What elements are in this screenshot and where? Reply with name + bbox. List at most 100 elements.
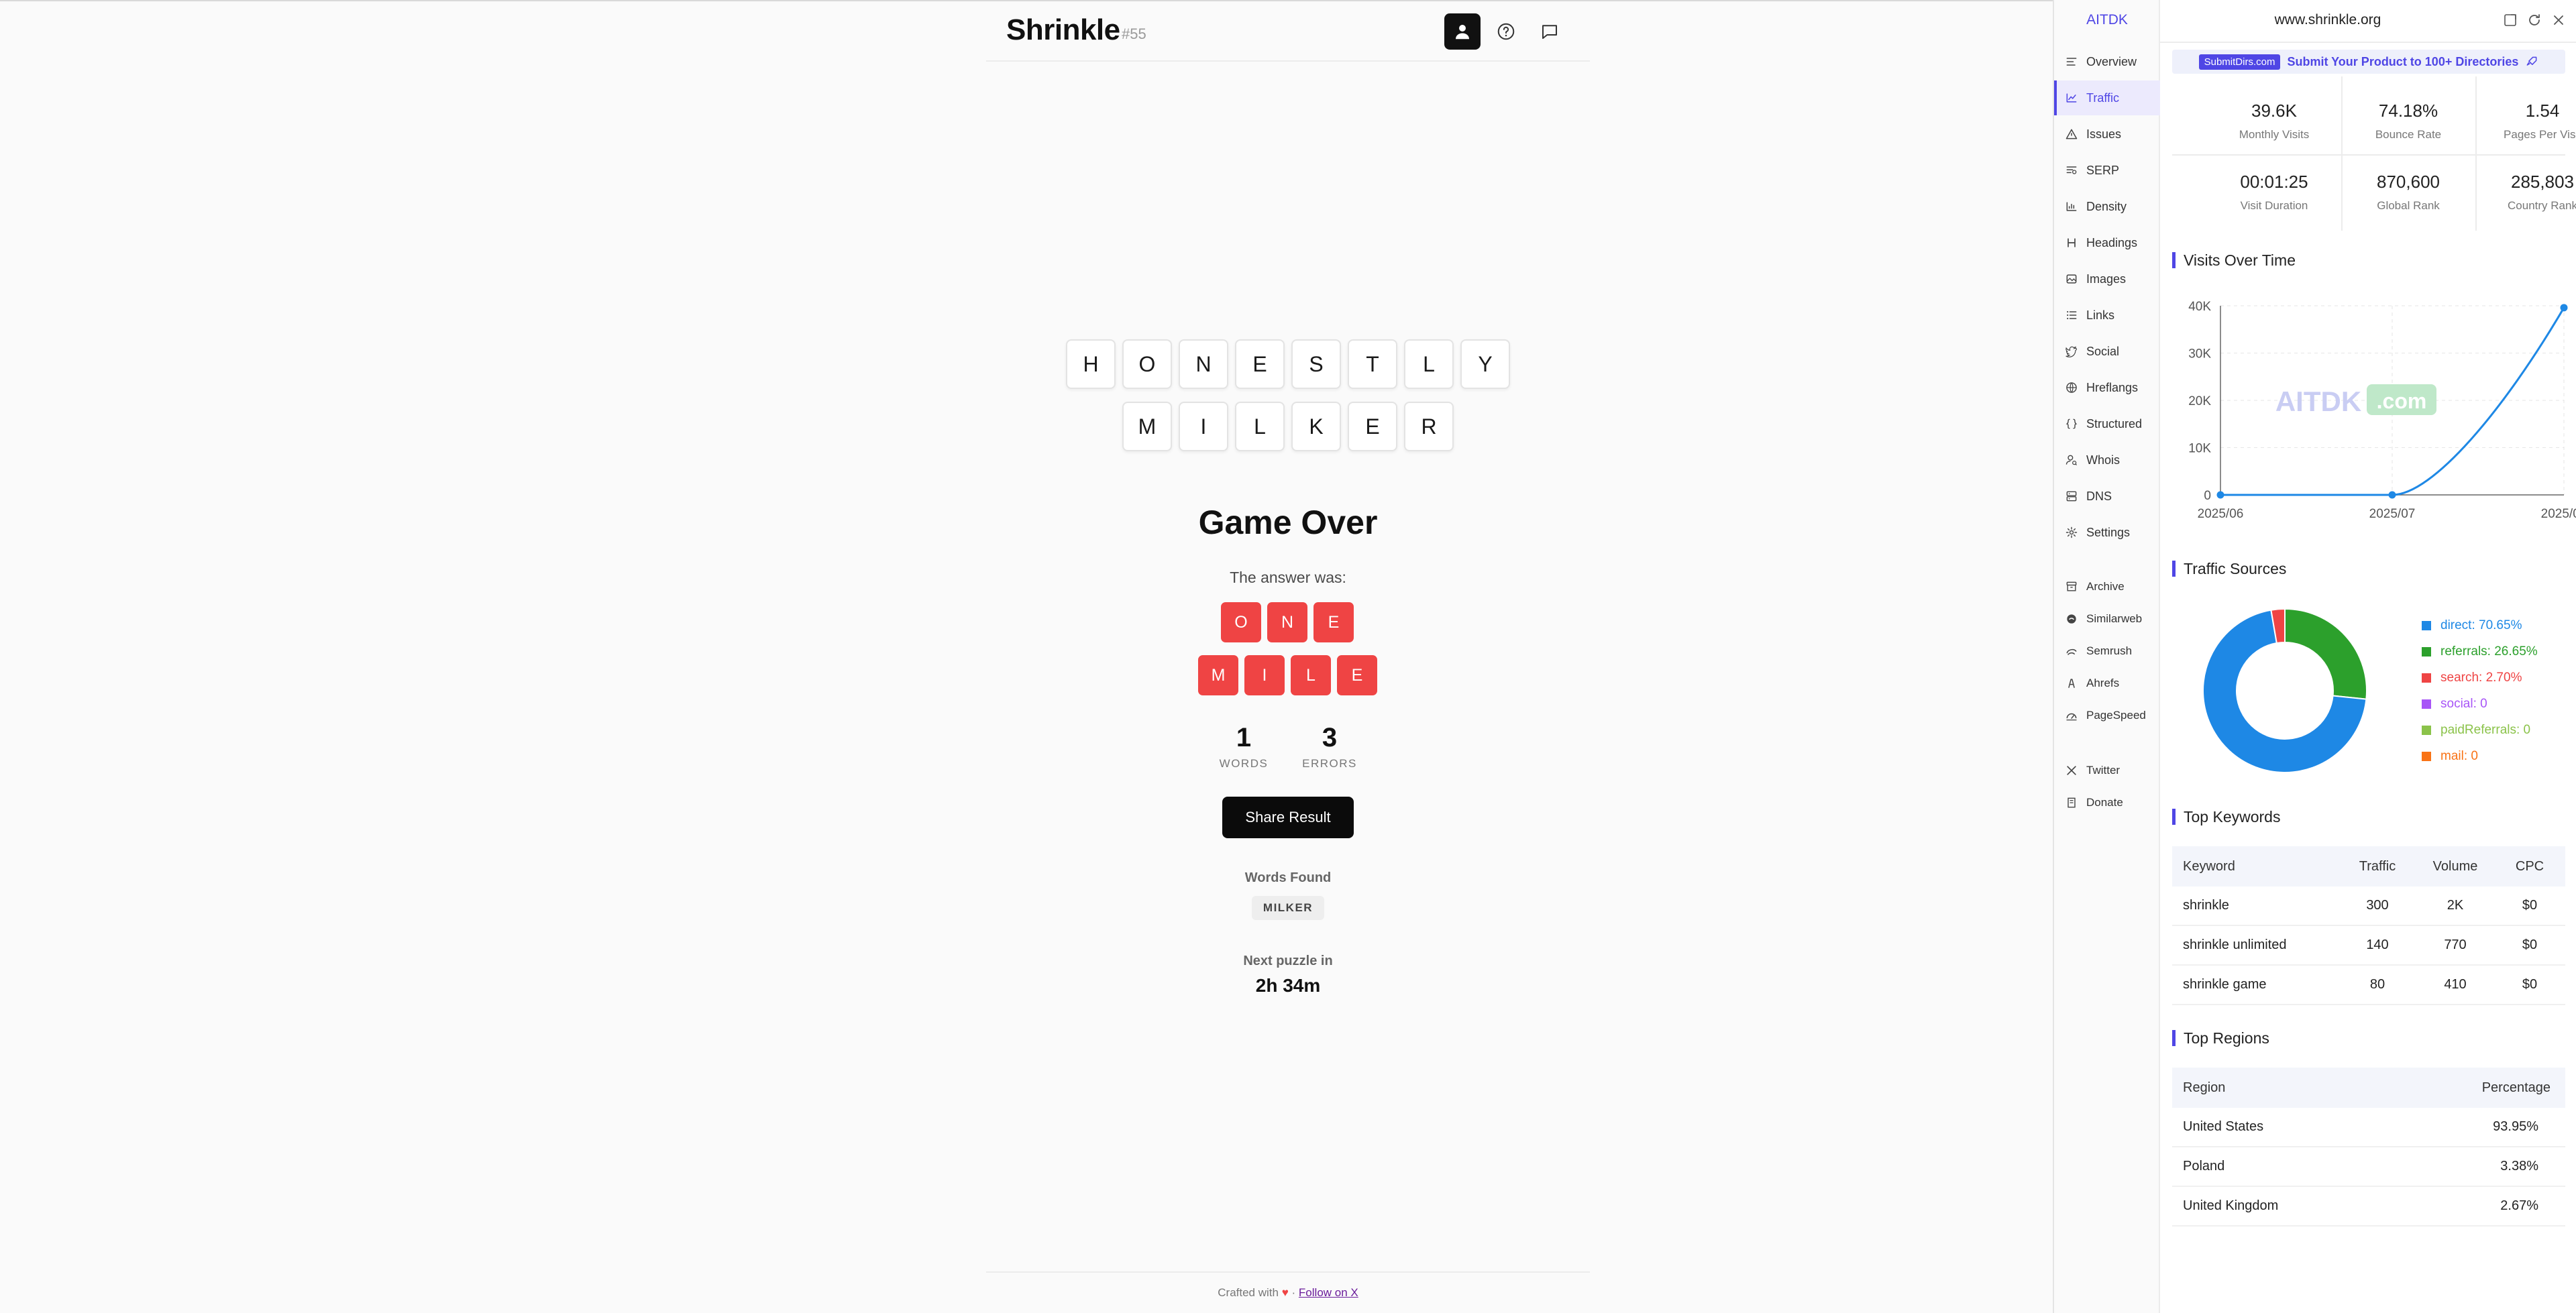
- letter-tile[interactable]: K: [1291, 402, 1341, 451]
- close-icon[interactable]: [2551, 12, 2567, 28]
- top-keywords-title: Top Keywords: [2172, 809, 2280, 825]
- sidebar-item-traffic[interactable]: Traffic: [2054, 80, 2160, 115]
- answer-tile: O: [1221, 602, 1261, 642]
- metric-value: 870,600: [2377, 172, 2440, 192]
- sidebar-item-dns[interactable]: DNS: [2054, 479, 2160, 514]
- social-icon: [2065, 346, 2078, 357]
- region-cell: Poland: [2183, 1159, 2225, 1174]
- table-row: shrinkle unlimited 140 770 $0: [2172, 926, 2565, 966]
- legend-item-direct[interactable]: direct: 70.65%: [2422, 618, 2522, 633]
- density-icon: [2066, 202, 2077, 211]
- legend-item-paidreferrals[interactable]: paidReferrals: 0: [2422, 723, 2530, 738]
- aitdk-brand[interactable]: AITDK: [2054, 12, 2160, 28]
- letter-tile[interactable]: E: [1235, 339, 1285, 389]
- expand-icon[interactable]: [2502, 12, 2518, 28]
- found-word-chip: MILKER: [1252, 896, 1324, 920]
- user-icon: [1456, 25, 1469, 40]
- sidebar-item-overview[interactable]: Overview: [2054, 44, 2160, 79]
- legend-label: mail: 0: [2440, 749, 2478, 763]
- col-percentage: Percentage: [2481, 1080, 2551, 1095]
- promo-banner[interactable]: SubmitDirs.com Submit Your Product to 10…: [2172, 50, 2565, 74]
- legend-swatch: [2422, 673, 2431, 683]
- letter-tile[interactable]: R: [1404, 402, 1454, 451]
- letter-tile[interactable]: T: [1348, 339, 1397, 389]
- region-cell: United States: [2183, 1119, 2264, 1134]
- metric-value: 39.6K: [2251, 101, 2297, 121]
- legend-item-referrals[interactable]: referrals: 26.65%: [2422, 644, 2538, 659]
- sidebar-item-headings[interactable]: Headings: [2054, 225, 2160, 260]
- panel-sidebar: AITDK Overview Traffic Issues SERP Density He…: [2054, 0, 2160, 1313]
- sidebar-item-label: PageSpeed: [2086, 709, 2146, 722]
- sidebar-item-ahrefs[interactable]: Ahrefs: [2054, 668, 2160, 699]
- sidebar-item-structured[interactable]: Structured: [2054, 406, 2160, 441]
- traffic-sources-donut: [2202, 608, 2367, 773]
- sidebar-item-hreflangs[interactable]: Hreflangs: [2054, 370, 2160, 405]
- cpc-cell: $0: [2522, 977, 2538, 992]
- sidebar-item-whois[interactable]: Whois: [2054, 443, 2160, 477]
- sidebar-item-label: Donate: [2086, 796, 2123, 809]
- sidebar-item-links[interactable]: Links: [2054, 298, 2160, 333]
- metric-label: Pages Per Visit: [2504, 128, 2576, 141]
- letter-tile[interactable]: S: [1291, 339, 1341, 389]
- sidebar-item-pagespeed[interactable]: PageSpeed: [2054, 700, 2160, 731]
- panel-content: www.shrinkle.org SubmitDirs.com Submit Y…: [2160, 0, 2576, 1313]
- sidebar-item-similarweb[interactable]: Similarweb: [2054, 604, 2160, 634]
- y-tick-label: 0: [2204, 489, 2211, 503]
- headings-icon: [2068, 238, 2076, 247]
- sidebar-item-semrush[interactable]: Semrush: [2054, 636, 2160, 667]
- aitdk-watermark-suffix: .com: [2377, 389, 2427, 413]
- letter-tile[interactable]: L: [1404, 339, 1454, 389]
- legend-label: referrals: 26.65%: [2440, 644, 2538, 659]
- legend-swatch: [2422, 699, 2431, 709]
- legend-item-search[interactable]: search: 2.70%: [2422, 671, 2522, 685]
- data-point: [2216, 491, 2224, 499]
- sidebar-item-density[interactable]: Density: [2054, 189, 2160, 224]
- y-tick-label: 10K: [2188, 442, 2211, 456]
- next-puzzle-label: Next puzzle in: [1243, 954, 1333, 968]
- legend-swatch: [2422, 621, 2431, 630]
- col-keyword: Keyword: [2183, 858, 2235, 874]
- sidebar-item-donate[interactable]: Donate: [2054, 787, 2160, 818]
- sidebar-item-images[interactable]: Images: [2054, 262, 2160, 296]
- sidebar-item-archive[interactable]: Archive: [2054, 571, 2160, 602]
- letter-tile[interactable]: Y: [1460, 339, 1510, 389]
- sidebar-item-settings[interactable]: Settings: [2054, 515, 2160, 550]
- metric-label: Monthly Visits: [2239, 128, 2310, 141]
- help-button[interactable]: [1488, 13, 1524, 50]
- site-url: www.shrinkle.org: [2274, 12, 2381, 27]
- letter-tile[interactable]: N: [1179, 339, 1228, 389]
- letter-tile[interactable]: E: [1348, 402, 1397, 451]
- sidebar-item-label: Traffic: [2086, 91, 2120, 105]
- keyword-cell: shrinkle game: [2183, 977, 2267, 992]
- refresh-icon[interactable]: [2526, 12, 2542, 28]
- profile-button[interactable]: [1444, 13, 1481, 50]
- errors-label: ERRORS: [1302, 757, 1357, 770]
- words-stat: 1 WORDS: [1197, 723, 1291, 770]
- data-point: [2560, 304, 2568, 312]
- letter-tile[interactable]: O: [1122, 339, 1172, 389]
- metric-label: Global Rank: [2377, 199, 2440, 212]
- sidebar-item-label: Twitter: [2086, 764, 2121, 777]
- aitdk-panel: AITDK Overview Traffic Issues SERP Density He…: [2053, 0, 2576, 1313]
- sidebar-item-twitter[interactable]: Twitter: [2054, 755, 2160, 786]
- message-icon: [1542, 25, 1557, 39]
- metric-label: Visit Duration: [2240, 199, 2308, 212]
- sidebar-item-serp[interactable]: SERP: [2054, 153, 2160, 188]
- legend-item-mail[interactable]: mail: 0: [2422, 749, 2478, 764]
- share-result-button[interactable]: Share Result: [1222, 797, 1354, 838]
- metric-global-rank: 870,600 Global Rank: [2341, 172, 2475, 213]
- letter-tile[interactable]: L: [1235, 402, 1285, 451]
- cpc-cell: $0: [2522, 898, 2538, 913]
- sidebar-item-social[interactable]: Social: [2054, 334, 2160, 369]
- x-tick-label: 2025/07: [2369, 507, 2416, 521]
- letter-tile[interactable]: I: [1179, 402, 1228, 451]
- legend-item-social[interactable]: social: 0: [2422, 697, 2487, 711]
- sidebar-item-issues[interactable]: Issues: [2054, 117, 2160, 152]
- letter-tile[interactable]: M: [1122, 402, 1172, 451]
- follow-on-x-link[interactable]: Follow on X: [1299, 1286, 1358, 1299]
- letter-tile[interactable]: H: [1066, 339, 1116, 389]
- answer-tile: E: [1313, 602, 1354, 642]
- feedback-button[interactable]: [1532, 13, 1568, 50]
- y-tick-label: 40K: [2188, 300, 2211, 314]
- volume-cell: 770: [2444, 937, 2467, 952]
